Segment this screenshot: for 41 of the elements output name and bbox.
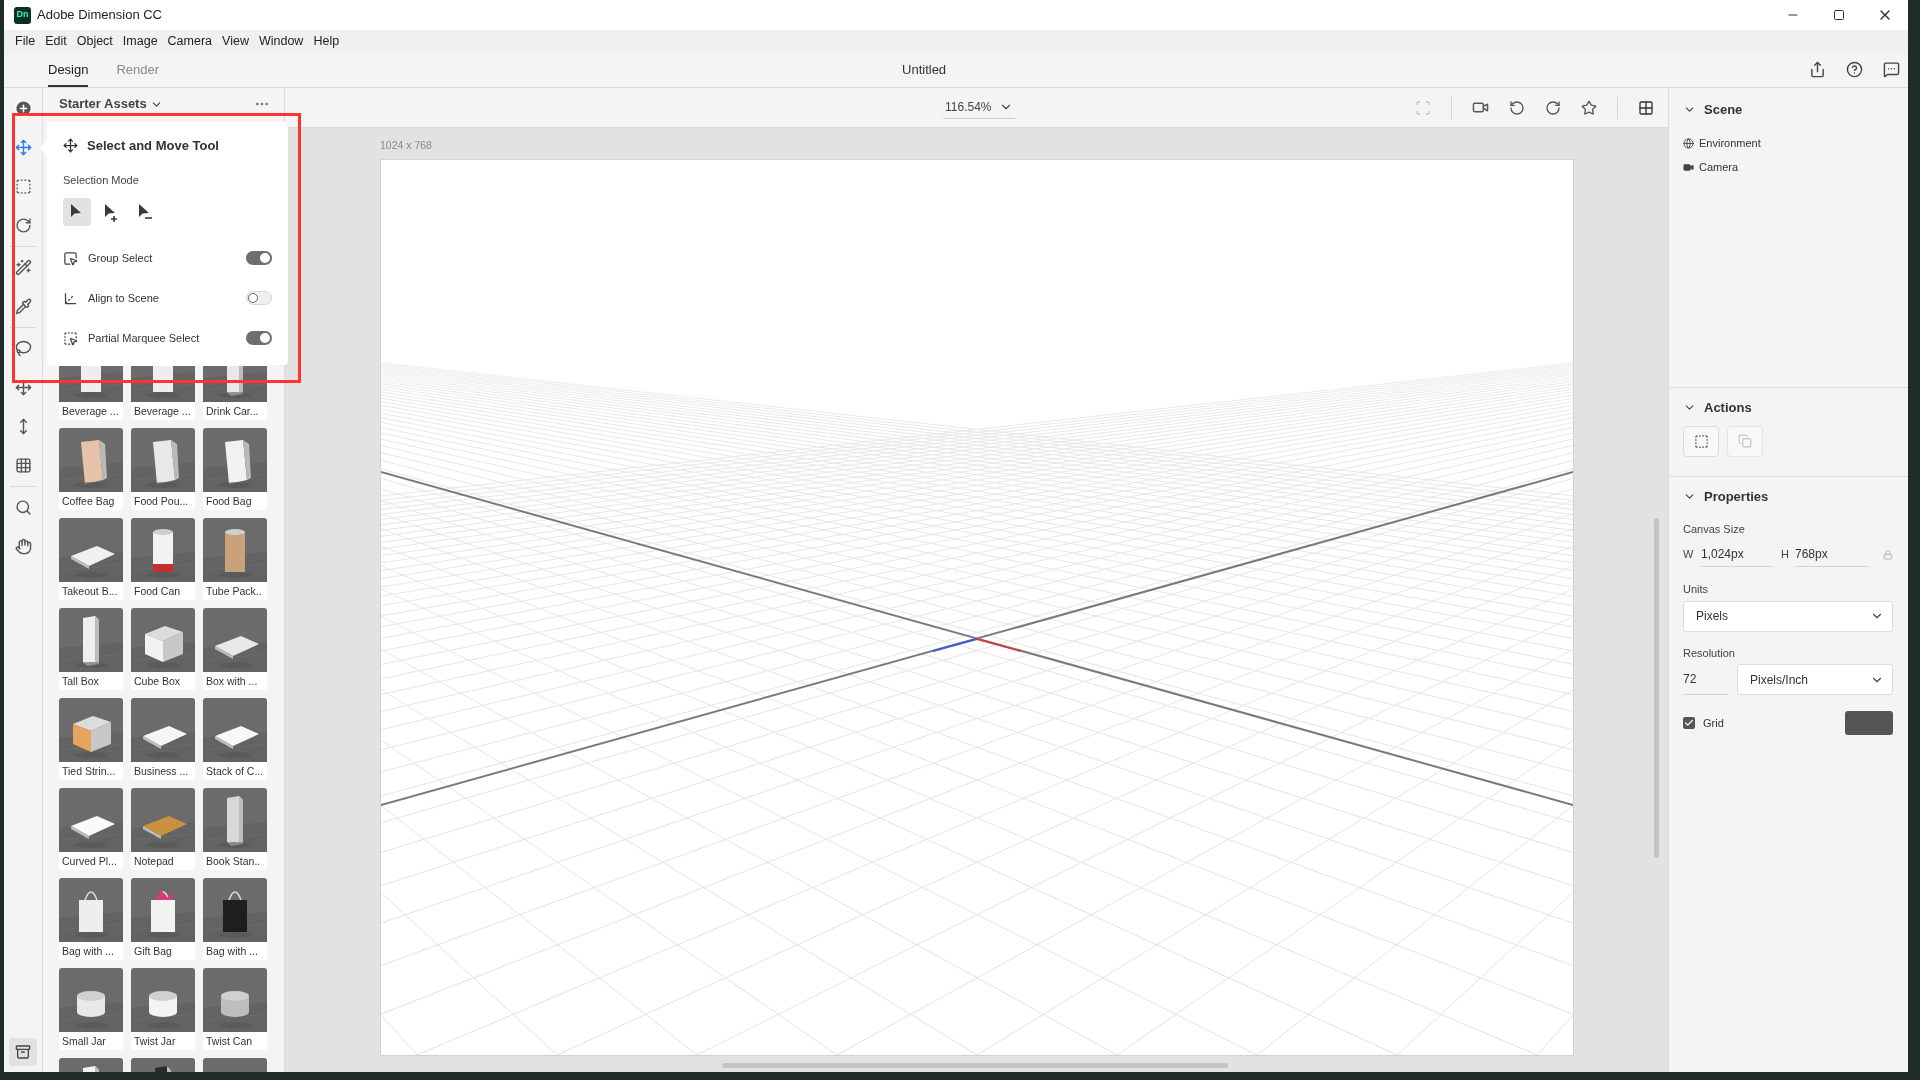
asset-label: Bag with ... bbox=[61, 944, 115, 959]
field-label: Canvas Size bbox=[1683, 521, 1746, 537]
asset-label: Gift Bag bbox=[133, 944, 173, 959]
section-title: Properties bbox=[1704, 488, 1769, 506]
asset-label: Book Stan.. bbox=[205, 854, 262, 869]
asset-label: Food Pou... bbox=[133, 494, 190, 509]
popup-title: Select and Move Tool bbox=[87, 137, 219, 155]
asset-label: Beverage ... bbox=[133, 404, 192, 419]
asset-label: Small Jar bbox=[61, 1034, 107, 1049]
asset-label: Notepad bbox=[133, 854, 175, 869]
asset-label: Twist Can bbox=[205, 1034, 254, 1049]
asset-label: Tall Box bbox=[61, 674, 100, 689]
asset-label: Box with ... bbox=[205, 674, 259, 689]
option-label: Align to Scene bbox=[88, 290, 159, 306]
asset-label: Food Can bbox=[133, 584, 182, 599]
app-logo: Dn bbox=[14, 6, 31, 24]
asset-label: Tube Pack.. bbox=[205, 584, 263, 599]
asset-label: Business ... bbox=[133, 764, 190, 779]
asset-label: Twist Jar bbox=[133, 1034, 177, 1049]
section-title: Actions bbox=[1704, 399, 1752, 417]
asset-label: Coffee Bag bbox=[61, 494, 116, 509]
asset-label: Stack of C... bbox=[205, 764, 265, 779]
field-label: H bbox=[1781, 547, 1790, 563]
field-label: Units bbox=[1683, 582, 1710, 597]
asset-label: Curved Pl... bbox=[61, 854, 118, 869]
asset-label: Drink Car... bbox=[205, 404, 260, 419]
checkbox-label: Grid bbox=[1703, 715, 1724, 731]
field-label: Resolution bbox=[1683, 645, 1736, 661]
section-label: Selection Mode bbox=[63, 172, 140, 188]
asset-label: Bag with ... bbox=[205, 944, 259, 959]
asset-label: Beverage ... bbox=[61, 404, 120, 419]
option-label: Group Select bbox=[88, 250, 153, 266]
document-title: Untitled bbox=[902, 60, 947, 79]
asset-label: Cube Box bbox=[133, 674, 182, 689]
asset-label: Takeout B... bbox=[61, 584, 119, 599]
field-label: W bbox=[1683, 547, 1695, 563]
asset-label: Tied Strin... bbox=[61, 764, 117, 779]
section-title: Scene bbox=[1704, 101, 1743, 119]
window-title: Adobe Dimension CC bbox=[37, 6, 162, 25]
canvas-size-label: 1024 x 768 bbox=[380, 138, 433, 152]
asset-label: Food Bag bbox=[205, 494, 253, 509]
